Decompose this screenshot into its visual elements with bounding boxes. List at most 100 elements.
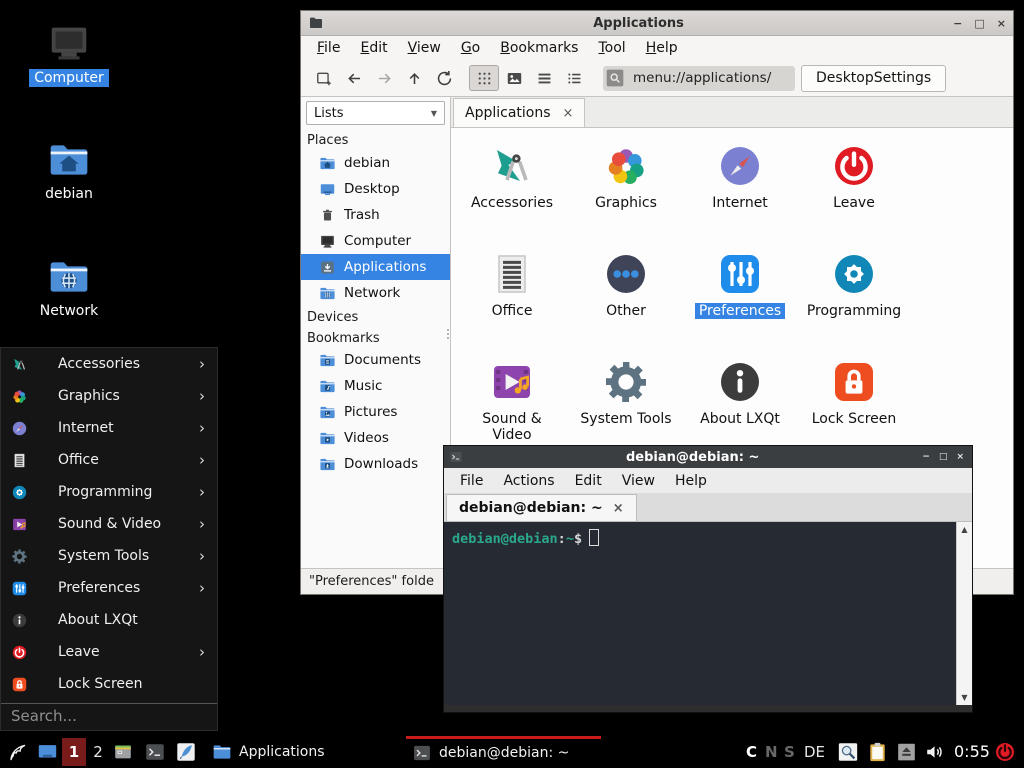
menu-actions[interactable]: Actions [493,473,564,489]
back-button[interactable] [339,65,369,91]
keyboard-layout-indicator[interactable]: DE [804,743,825,761]
scroll-up-icon[interactable]: ▲ [961,522,967,537]
maximize-button[interactable] [974,18,984,29]
sidebar-item-network[interactable]: Network [301,280,450,306]
scroll-down-icon[interactable]: ▼ [961,690,967,705]
menu-file[interactable]: File [450,473,493,489]
terminal-content[interactable]: debian@debian:~$ ▲ ▼ [444,522,972,705]
menu-edit[interactable]: Edit [350,40,397,56]
quicklaunch-archiver-button[interactable] [112,741,134,763]
tray-clipboard-button[interactable] [866,740,889,764]
terminal-tab[interactable]: debian@debian: ~ [446,494,637,521]
folder-item-programming[interactable]: Programming [797,246,911,354]
sidebar-item-trash[interactable]: Trash [301,202,450,228]
sidebar-item-debian[interactable]: debian [301,150,450,176]
sidebar-item-videos[interactable]: Videos [301,425,450,451]
sidebar-item-desktop[interactable]: Desktop [301,176,450,202]
menu-view[interactable]: View [612,473,665,489]
applications-icon [319,259,336,276]
quicklaunch-featherpad-button[interactable] [175,741,197,763]
terminal-titlebar[interactable]: debian@debian: ~ [444,446,972,468]
workspace-1-button[interactable]: 1 [62,738,86,766]
menu-item-accessories[interactable]: Accessories [1,348,217,380]
menu-item-internet[interactable]: Internet [1,412,217,444]
folder-item-other[interactable]: Other [569,246,683,354]
window-icon [308,15,324,31]
menu-item-preferences[interactable]: Preferences [1,572,217,604]
folder-item-preferences[interactable]: Preferences [683,246,797,354]
desktop-settings-button[interactable]: DesktopSettings [801,65,946,92]
menu-edit[interactable]: Edit [565,473,612,489]
folder-item-leave[interactable]: Leave [797,138,911,246]
computer-icon [45,20,93,66]
menu-help[interactable]: Help [665,473,717,489]
splitter-handle[interactable] [447,327,450,341]
desktop-icon-computer[interactable]: Computer [24,20,114,87]
tab-close-icon[interactable] [563,107,574,120]
clock[interactable]: 0:55 [954,742,990,761]
task-button-terminal[interactable]: debian@debian: ~ [406,736,601,767]
menu-item-leave[interactable]: Leave [1,636,217,668]
tab-close-icon[interactable] [613,502,624,515]
menu-view[interactable]: View [398,40,451,56]
kbd-indicator-caps[interactable]: C [746,743,757,761]
menu-search-input[interactable]: Search... [1,704,217,728]
show-desktop-button[interactable] [36,741,59,763]
task-button-applications[interactable]: Applications [206,737,402,767]
forward-button[interactable] [369,65,399,91]
workspace-2-button[interactable]: 2 [86,738,110,766]
new-tab-button[interactable] [309,65,339,91]
tray-volume-button[interactable] [924,741,946,763]
sidebar-item-computer[interactable]: Computer [301,228,450,254]
sidebar-item-music[interactable]: Music [301,373,450,399]
thumbnail-view-button[interactable] [499,65,529,91]
compact-view-button[interactable] [559,65,589,91]
sidebar-item-applications[interactable]: Applications [301,254,450,280]
desktop-icon-debian[interactable]: debian [24,138,114,203]
sidebar-item-documents[interactable]: Documents [301,347,450,373]
menu-item-about-lxqt[interactable]: About LXQt [1,604,217,636]
sidebar-item-pictures[interactable]: Pictures [301,399,450,425]
menu-bookmarks[interactable]: Bookmarks [490,40,588,56]
folder-item-office[interactable]: Office [455,246,569,354]
sidebar-item-downloads[interactable]: Downloads [301,451,450,477]
desktop-icon-network[interactable]: Network [24,255,114,320]
tray-eject-button[interactable] [896,741,917,763]
submenu-chevron-icon [199,581,205,596]
maximize-button[interactable] [939,453,948,462]
sidebar-mode-select[interactable]: Lists [306,101,445,125]
folder-item-graphics[interactable]: Graphics [569,138,683,246]
main-menu-button[interactable] [6,740,30,764]
kbd-indicator-scroll[interactable]: S [784,743,795,761]
icon-view-button[interactable] [469,65,499,91]
tray-magnifier-button[interactable] [837,741,859,763]
minimize-button[interactable] [953,18,962,29]
detailed-list-icon [535,69,554,88]
folder-item-accessories[interactable]: Accessories [455,138,569,246]
menu-item-graphics[interactable]: Graphics [1,380,217,412]
address-bar[interactable]: menu://applications/ [603,66,795,91]
tab-applications[interactable]: Applications [453,98,585,127]
terminal-scrollbar[interactable]: ▲ ▼ [956,522,972,705]
menu-file[interactable]: File [307,40,350,56]
menu-go[interactable]: Go [451,40,490,56]
menu-help[interactable]: Help [636,40,688,56]
reload-button[interactable] [429,65,459,91]
menu-item-system-tools[interactable]: System Tools [1,540,217,572]
menu-tool[interactable]: Tool [588,40,635,56]
menu-item-sound-video[interactable]: Sound & Video [1,508,217,540]
menu-item-office[interactable]: Office [1,444,217,476]
minimize-button[interactable] [922,453,930,462]
quicklaunch-terminal-button[interactable] [144,741,166,763]
menu-item-programming[interactable]: Programming [1,476,217,508]
menu-item-lock-screen[interactable]: Lock Screen [1,668,217,700]
close-button[interactable] [956,453,964,462]
kbd-indicator-num[interactable]: N [765,743,778,761]
fm-titlebar[interactable]: Applications [301,11,1013,36]
leave-button[interactable] [994,741,1016,763]
up-button[interactable] [399,65,429,91]
detailed-list-button[interactable] [529,65,559,91]
preferences-icon [11,580,28,597]
close-button[interactable] [997,18,1006,29]
folder-item-internet[interactable]: Internet [683,138,797,246]
